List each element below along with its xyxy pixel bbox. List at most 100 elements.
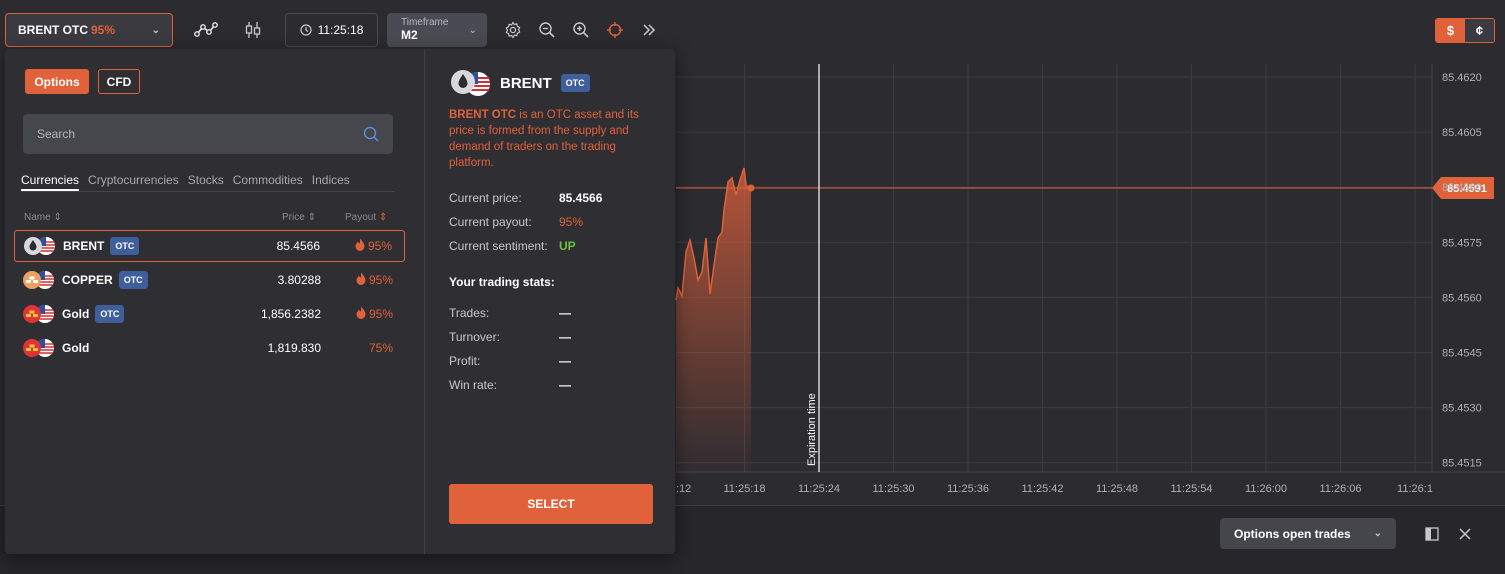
stat-turnover-row: Turnover: — (449, 330, 571, 344)
timeframe-value: M2 (401, 28, 418, 42)
y-axis-ticks: 85.4620 85.4605 85.4590 85.4575 85.4560 85.45… (1442, 72, 1482, 470)
x-tick-label: 11:26:00 (1245, 483, 1287, 495)
column-header-name[interactable]: Name ⇕ (24, 212, 62, 223)
asset-row-gold[interactable]: Gold 1,819.830 75% (14, 332, 405, 364)
current-sentiment-row: Current sentiment: UP (449, 239, 576, 253)
indicators-icon[interactable] (193, 18, 219, 42)
asset-name: Gold (62, 307, 90, 321)
otc-badge: OTC (560, 74, 590, 92)
current-sentiment-value: UP (559, 239, 576, 253)
crosshair-icon[interactable] (602, 18, 628, 42)
options-type-button[interactable]: Options (25, 69, 89, 94)
timeframe-selector[interactable]: Timeframe M2 ⌄ (387, 13, 487, 47)
zoom-out-icon[interactable] (534, 18, 560, 42)
asset-row-gold-otc[interactable]: Gold OTC 1,856.2382 95% (14, 298, 405, 330)
tab-commodities[interactable]: Commodities (233, 173, 303, 191)
sort-icon: ⇕ (307, 212, 316, 223)
open-trades-selector[interactable]: Options open trades ⌄ (1220, 518, 1396, 549)
otc-badge: OTC (118, 271, 148, 289)
x-tick-label: 11:25:18 (723, 483, 765, 495)
y-tick-label: 85.4545 (1442, 348, 1482, 360)
gold-bars-icon (23, 305, 41, 323)
asset-price: 3.80288 (277, 273, 321, 287)
stat-winrate-row: Win rate: — (449, 378, 571, 392)
asset-icon-group (22, 338, 56, 358)
y-tick-label: 85.4605 (1442, 127, 1482, 139)
cfd-type-button[interactable]: CFD (98, 69, 140, 94)
currency-toggle[interactable]: $ ¢ (1435, 18, 1495, 43)
column-header-payout[interactable]: Payout ⇕ (345, 212, 387, 223)
panel-layout-icon[interactable] (1422, 524, 1442, 544)
asset-details-section: BRENT OTC BRENT OTC is an OTC asset and … (426, 49, 675, 554)
trading-stats-title: Your trading stats: (449, 275, 555, 289)
search-icon[interactable] (363, 126, 379, 142)
asset-row-brent-otc[interactable]: BRENT OTC 85.4566 95% (14, 230, 405, 262)
asset-detail-name: BRENT (500, 74, 552, 92)
asset-selector-button[interactable]: BRENT OTC 95% ⌄ (5, 13, 173, 47)
y-tick-label: 85.4515 (1442, 458, 1482, 470)
x-tick-label: 11:26:1 (1397, 483, 1433, 495)
currency-dollar-option[interactable]: $ (1436, 19, 1465, 42)
asset-price: 85.4566 (276, 239, 320, 253)
asset-dropdown-panel: Options CFD Currencies Cryptocurrencies … (5, 49, 675, 554)
y-tick-label: 85.4530 (1442, 403, 1482, 415)
time-selector[interactable]: 11:25:18 (285, 13, 378, 47)
asset-payout: 95% (356, 272, 393, 288)
gold-bars-icon (23, 339, 41, 357)
asset-price: 1,856.2382 (260, 307, 321, 321)
sort-icon: ⇕ (53, 212, 62, 223)
currency-cent-option[interactable]: ¢ (1465, 19, 1494, 42)
stat-trades-row: Trades: — (449, 306, 571, 320)
x-tick-label: 11:25:48 (1096, 483, 1138, 495)
asset-list-section: Options CFD Currencies Cryptocurrencies … (5, 49, 425, 554)
chart-type-icon[interactable] (240, 18, 266, 42)
current-price-row: Current price: 85.4566 (449, 191, 603, 205)
search-box[interactable] (23, 114, 393, 154)
tab-currencies[interactable]: Currencies (21, 173, 80, 191)
asset-row-copper-otc[interactable]: COPPER OTC 3.80288 95% (14, 264, 405, 296)
timeframe-label: Timeframe (401, 17, 449, 28)
current-price-dot (747, 184, 755, 192)
asset-name: Gold (62, 341, 90, 355)
tab-stocks[interactable]: Stocks (188, 173, 224, 191)
close-icon[interactable] (1455, 524, 1475, 544)
asset-payout: 75% (368, 341, 393, 355)
asset-payout: 95% (91, 23, 116, 37)
asset-price: 1,819.830 (267, 341, 321, 355)
category-tabs: Currencies Cryptocurrencies Stocks Commo… (21, 173, 395, 192)
flame-icon (356, 272, 366, 288)
search-input[interactable] (37, 127, 363, 141)
settings-gear-icon[interactable] (500, 18, 526, 42)
asset-icon-group (22, 270, 56, 290)
chevron-down-icon: ⌄ (468, 25, 477, 36)
expiration-label: Expiration time (806, 393, 818, 466)
y-tick-label: 85.4560 (1442, 292, 1482, 304)
stat-profit-row: Profit: — (449, 354, 571, 368)
double-chevron-right-icon[interactable] (636, 18, 662, 42)
select-asset-button[interactable]: SELECT (449, 484, 653, 524)
asset-name: COPPER (62, 273, 113, 287)
flame-icon (356, 306, 366, 322)
clock-icon (299, 24, 312, 36)
asset-description: BRENT OTC is an OTC asset and its price … (449, 109, 639, 169)
x-tick-label: 11:26:06 (1319, 483, 1361, 495)
sort-desc-icon: ⇕ (378, 212, 388, 223)
chevron-down-icon: ⌄ (1373, 528, 1382, 539)
chart-grid (676, 64, 1505, 473)
otc-badge: OTC (95, 305, 125, 323)
zoom-in-icon[interactable] (568, 18, 594, 42)
asset-payout: 95% (356, 306, 393, 322)
asset-icon-group (22, 304, 56, 324)
x-tick-label: 11:25:24 (798, 483, 840, 495)
current-payout-row: Current payout: 95% (449, 215, 584, 229)
x-tick-label: :12 (676, 483, 691, 495)
otc-badge: OTC (110, 237, 140, 255)
tab-indices[interactable]: Indices (312, 173, 350, 191)
asset-name: BRENT (63, 239, 105, 253)
y-tick-label: 85.4590 (1442, 182, 1482, 194)
column-header-price[interactable]: Price ⇕ (282, 212, 316, 223)
x-tick-label: 11:25:42 (1021, 483, 1063, 495)
tab-cryptocurrencies[interactable]: Cryptocurrencies (88, 173, 179, 191)
x-tick-label: 11:25:36 (947, 483, 989, 495)
chevron-down-icon: ⌄ (151, 24, 160, 36)
